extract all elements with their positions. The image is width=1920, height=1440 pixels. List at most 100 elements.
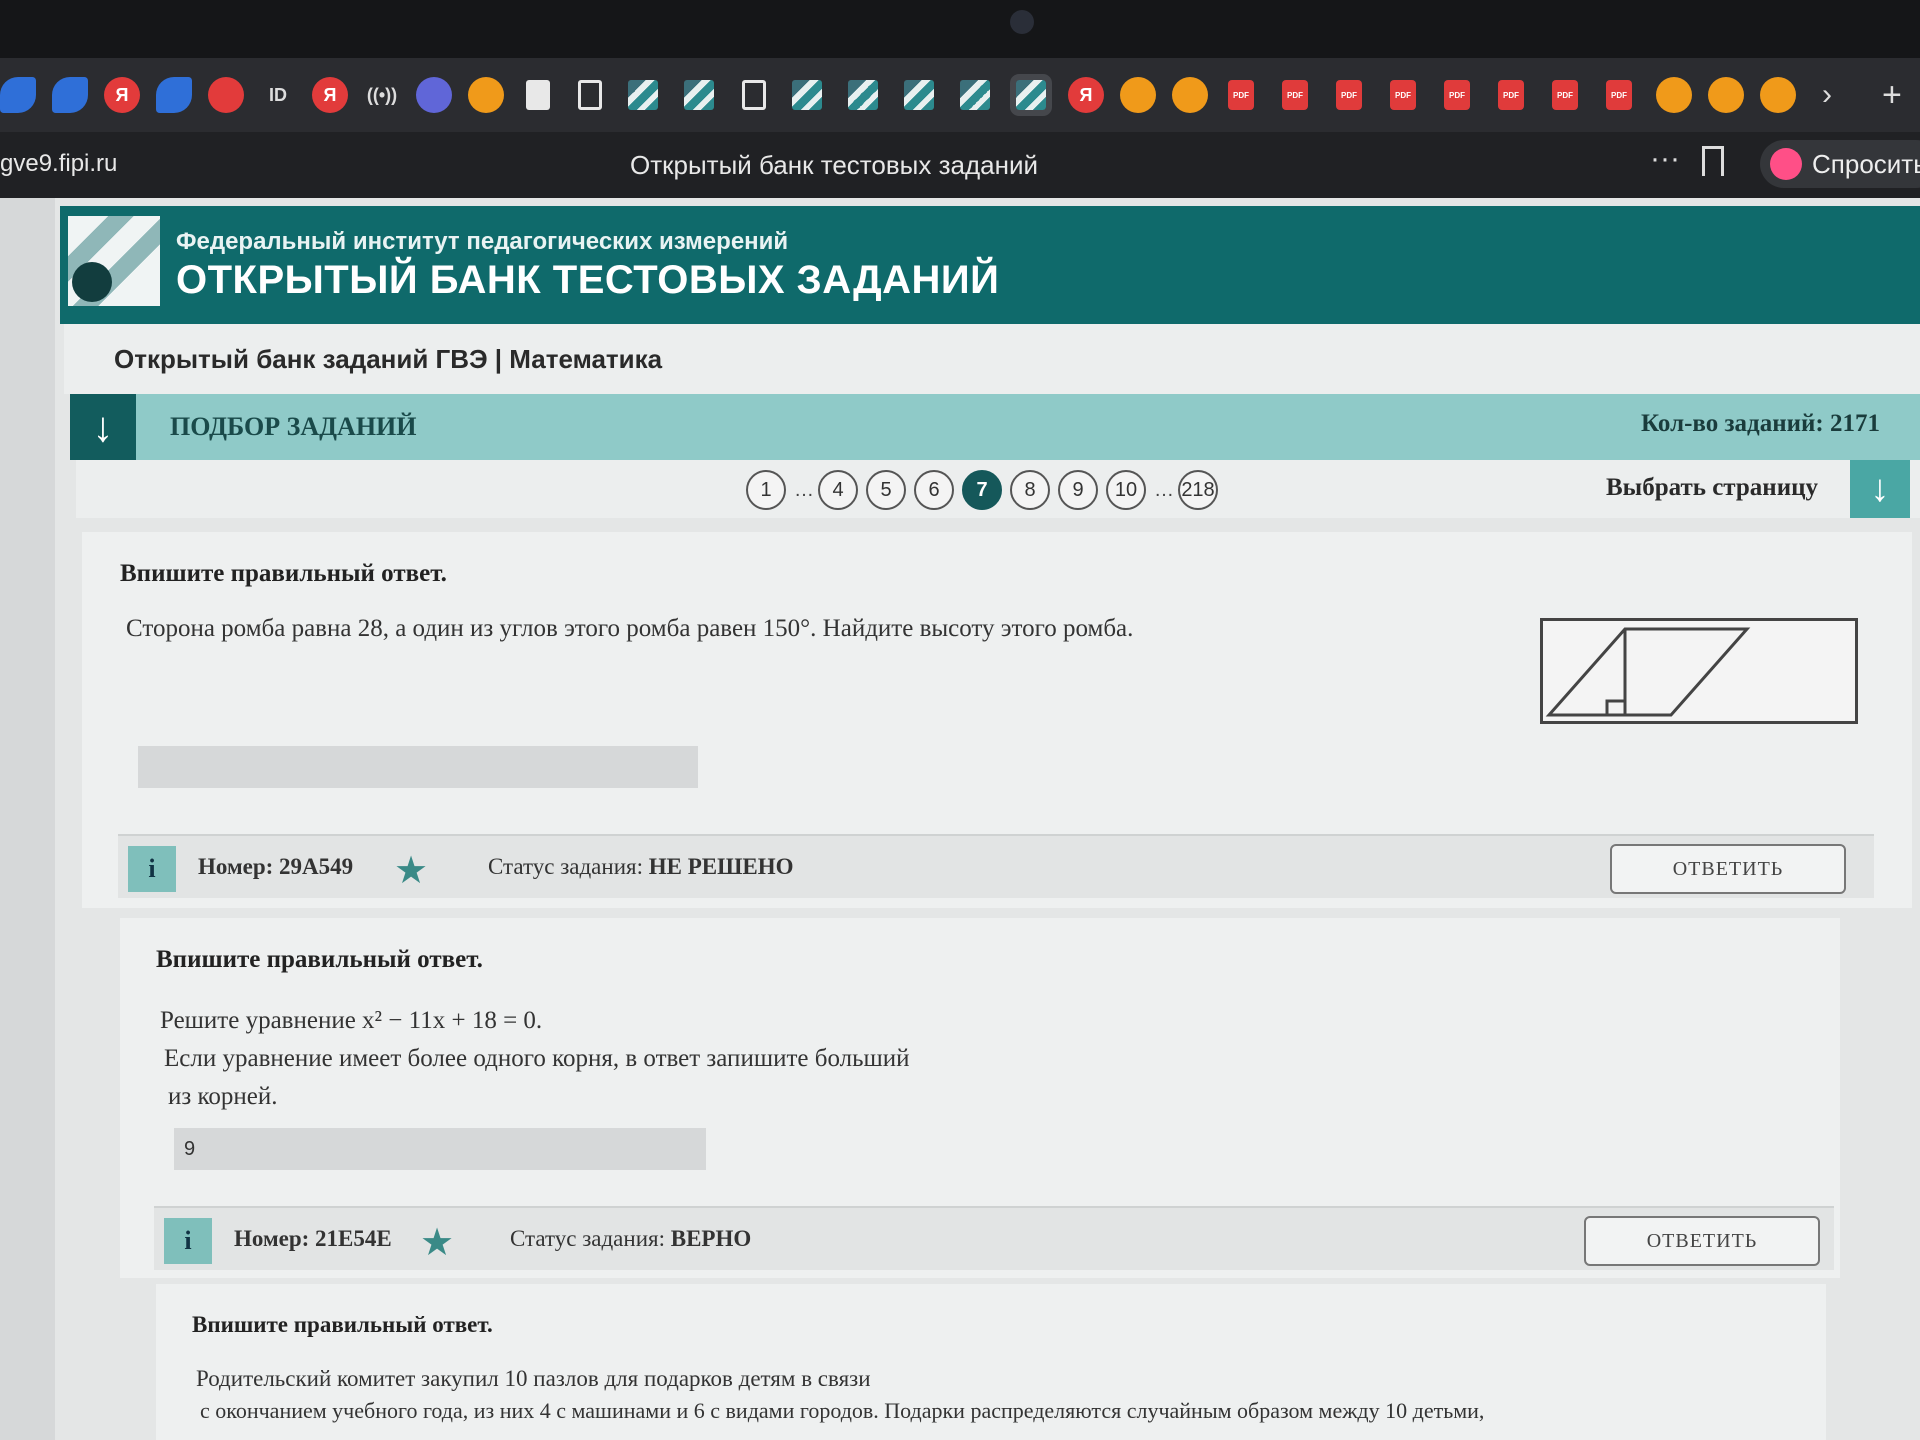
bookmark-orange-icon[interactable] [1708, 77, 1744, 113]
page-ellipsis: … [794, 478, 814, 501]
bookmark-edge-icon[interactable] [156, 77, 192, 113]
answer-button[interactable]: ОТВЕТИТЬ [1610, 844, 1846, 894]
info-button[interactable]: i [164, 1218, 212, 1264]
task-instruction: Впишите правильный ответ. [120, 560, 447, 587]
task-selection-bar[interactable]: ↓ ПОДБОР ЗАДАНИЙ Кол-во заданий: 2171 [70, 394, 1920, 460]
bookmark-icon[interactable] [1702, 146, 1724, 176]
status-label: Статус задания: [510, 1226, 665, 1251]
bookmark-edge-icon[interactable] [52, 77, 88, 113]
bookmark-pdf-icon[interactable]: PDF [1444, 80, 1470, 110]
bookmark-fipi-icon[interactable] [904, 80, 934, 110]
page-button[interactable]: 218 [1178, 470, 1218, 510]
bank-title: ОТКРЫТЫЙ БАНК ТЕСТОВЫХ ЗАДАНИЙ [176, 258, 1000, 302]
task-status: Статус задания: ВЕРНО [510, 1226, 751, 1252]
page-margin [0, 198, 55, 1440]
bookmark-fipi-icon[interactable] [1010, 74, 1052, 116]
page-title: Открытый банк тестовых заданий [630, 150, 1039, 180]
bookmark-fipi-icon[interactable] [628, 80, 658, 110]
bookmark-orange-icon[interactable] [1120, 77, 1156, 113]
task-text-line: из корней. [168, 1083, 278, 1110]
plus-icon[interactable]: + [1882, 76, 1902, 115]
camera-dot [1010, 10, 1034, 34]
more-icon[interactable]: ··· [1650, 142, 1680, 176]
bookmark-edge-icon[interactable] [0, 77, 36, 113]
task-text-line: Если уравнение имеет более одного корня,… [164, 1045, 910, 1072]
bookmark-orange-icon[interactable] [1172, 77, 1208, 113]
star-icon[interactable]: ★ [420, 1220, 454, 1265]
bookmarks-bar: Я ID Я ((•)) Я PDF PDF PDF PDF PDF PDF P… [0, 58, 1920, 132]
bookmark-orange-icon[interactable] [1760, 77, 1796, 113]
bookmark-music-icon[interactable] [208, 77, 244, 113]
status-label: Статус задания: [488, 854, 643, 879]
task-status: Статус задания: НЕ РЕШЕНО [488, 854, 793, 880]
page-button[interactable]: 5 [866, 470, 906, 510]
bookmark-pdf-icon[interactable]: PDF [1606, 80, 1632, 110]
page-button[interactable]: 8 [1010, 470, 1050, 510]
bookmark-circle-icon[interactable] [416, 77, 452, 113]
bookmark-fipi-icon[interactable] [684, 80, 714, 110]
page-button[interactable]: 10 [1106, 470, 1146, 510]
bookmark-fipi-icon[interactable] [848, 80, 878, 110]
arrow-down-icon[interactable]: ↓ [70, 394, 136, 460]
answer-input[interactable] [138, 746, 698, 788]
task-number: Номер: 21E54E [234, 1226, 392, 1251]
task-count: Кол-во заданий: 2171 [1641, 410, 1880, 437]
task-meta-bar: i Номер: 21E54E ★ Статус задания: ВЕРНО … [154, 1206, 1834, 1270]
bookmark-id-icon[interactable]: ID [260, 77, 296, 113]
bookmark-fox-icon[interactable] [468, 77, 504, 113]
page-button[interactable]: 6 [914, 470, 954, 510]
rhombus-drawing [1545, 627, 1751, 717]
status-value: ВЕРНО [670, 1226, 752, 1251]
bookmark-orange-icon[interactable] [1656, 77, 1692, 113]
pagination-bar: 1 … 4 5 6 7 8 9 10 … 218 Выбрать страниц… [76, 460, 1920, 518]
page-button[interactable]: 9 [1058, 470, 1098, 510]
selection-title: ПОДБОР ЗАДАНИЙ [170, 412, 417, 441]
bookmark-yandex-icon[interactable]: Я [1068, 77, 1104, 113]
task-text-line: с окончанием учебного года, из них 4 с м… [200, 1398, 1485, 1423]
bank-subtitle: Открытый банк заданий ГВЭ | Математика [114, 344, 663, 374]
bookmark-doc-icon[interactable] [742, 80, 766, 110]
chevron-right-icon[interactable]: › [1822, 78, 1832, 112]
org-name: Федеральный институт педагогических изме… [176, 228, 789, 255]
fipi-logo[interactable] [68, 216, 160, 306]
page-button[interactable]: 1 [746, 470, 786, 510]
task-text: Сторона ромба равна 28, а один из углов … [126, 615, 1134, 642]
bookmark-pdf-icon[interactable]: PDF [1228, 80, 1254, 110]
ask-label: Спросить [1812, 148, 1920, 179]
arrow-down-icon[interactable]: ↓ [1850, 460, 1910, 518]
star-icon[interactable]: ★ [394, 848, 428, 893]
alice-icon [1770, 148, 1802, 180]
url-text[interactable]: gve9.fipi.ru [0, 150, 117, 178]
rhombus-figure [1540, 618, 1858, 724]
page-button[interactable]: 4 [818, 470, 858, 510]
page-button-current[interactable]: 7 [962, 470, 1002, 510]
task-text-line: Решите уравнение x² − 11x + 18 = 0. [160, 1007, 543, 1034]
bookmark-pdf-icon[interactable]: PDF [1498, 80, 1524, 110]
page-content: Федеральный институт педагогических изме… [0, 198, 1920, 1440]
site-header: Федеральный институт педагогических изме… [60, 206, 1920, 324]
bookmark-doc-icon[interactable] [526, 80, 550, 110]
answer-button[interactable]: ОТВЕТИТЬ [1584, 1216, 1820, 1266]
subheader: Открытый банк заданий ГВЭ | Математика [64, 324, 1920, 394]
bookmark-fipi-icon[interactable] [792, 80, 822, 110]
bookmark-pdf-icon[interactable]: PDF [1282, 80, 1308, 110]
screen-bezel [0, 0, 1920, 58]
task-instruction: Впишите правильный ответ. [192, 1312, 493, 1337]
bookmark-pdf-icon[interactable]: PDF [1390, 80, 1416, 110]
info-button[interactable]: i [128, 846, 176, 892]
task-instruction: Впишите правильный ответ. [156, 946, 483, 973]
bookmark-yandex-icon[interactable]: Я [312, 77, 348, 113]
bookmark-doc-icon[interactable] [578, 80, 602, 110]
task-number: Номер: 29A549 [198, 854, 354, 879]
choose-page-label[interactable]: Выбрать страницу [1606, 474, 1818, 502]
ask-button[interactable]: Спросить [1760, 140, 1920, 188]
task-meta-bar: i Номер: 29A549 ★ Статус задания: НЕ РЕШ… [118, 834, 1874, 898]
bookmark-pdf-icon[interactable]: PDF [1336, 80, 1362, 110]
pagination: 1 … 4 5 6 7 8 9 10 … 218 [746, 470, 1218, 510]
bookmark-pdf-icon[interactable]: PDF [1552, 80, 1578, 110]
bookmark-radio-icon[interactable]: ((•)) [364, 77, 400, 113]
answer-input[interactable]: 9 [174, 1128, 706, 1170]
bookmark-yandex-icon[interactable]: Я [104, 77, 140, 113]
logo-ball [72, 262, 112, 302]
bookmark-fipi-icon[interactable] [960, 80, 990, 110]
